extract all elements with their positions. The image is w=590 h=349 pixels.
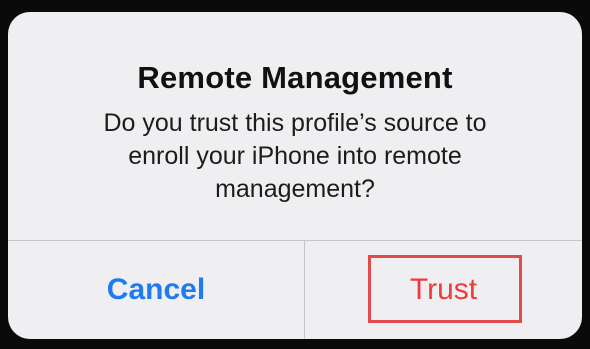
trust-button-highlight-box: [368, 255, 522, 323]
alert-title: Remote Management: [137, 60, 453, 95]
screenshot-frame: Remote Management Do you trust this prof…: [0, 0, 590, 349]
alert-message: Do you trust this profile’s source to en…: [103, 109, 487, 203]
cancel-button[interactable]: Cancel: [8, 241, 304, 339]
